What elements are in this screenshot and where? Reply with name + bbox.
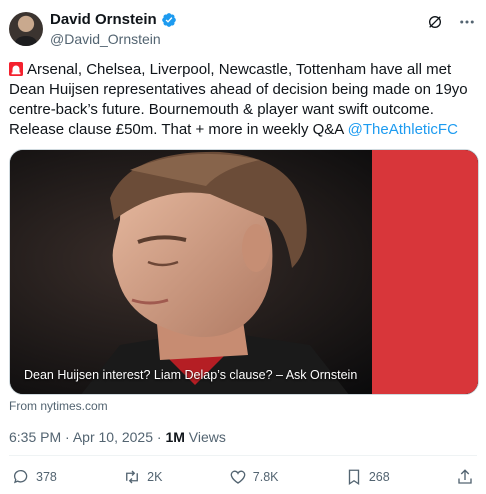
mention-link[interactable]: @TheAthleticFC <box>348 121 458 138</box>
link-card-title[interactable]: Dean Huijsen interest? Liam Delap’s clau… <box>24 368 357 382</box>
repost-count: 2K <box>147 470 163 484</box>
tweet-date[interactable]: Apr 10, 2025 <box>73 429 153 445</box>
siren-icon <box>9 62 23 76</box>
link-card-media[interactable]: Dean Huijsen interest? Liam Delap’s clau… <box>9 149 479 395</box>
views-label[interactable]: Views <box>189 429 226 445</box>
more-icon[interactable] <box>458 13 476 31</box>
display-name[interactable]: David Ornstein <box>50 11 157 28</box>
bookmark-icon <box>348 469 359 486</box>
tweet-meta: 6:35 PM · Apr 10, 2025 · 1M Views <box>9 429 226 445</box>
reply-icon <box>13 469 28 484</box>
repost-icon <box>126 470 139 484</box>
repost-button[interactable]: 2K <box>123 468 162 486</box>
share-icon <box>458 469 472 484</box>
divider <box>9 455 477 456</box>
like-count: 7.8K <box>252 470 279 484</box>
author-handle[interactable]: @David_Ornstein <box>50 31 161 47</box>
action-bar: 378 2K 7.8K 268 <box>12 468 474 486</box>
bookmark-button[interactable]: 268 <box>345 468 390 486</box>
like-button[interactable]: 7.8K <box>229 468 279 486</box>
author-name-row[interactable]: David Ornstein <box>50 11 177 28</box>
grok-icon[interactable] <box>426 13 444 31</box>
player-photo <box>10 150 478 394</box>
reply-count: 378 <box>36 470 57 484</box>
heart-icon <box>230 470 246 484</box>
tweet-time[interactable]: 6:35 PM <box>9 429 61 445</box>
meta-separator: · <box>156 429 162 445</box>
views-count: 1M <box>165 429 185 445</box>
link-source[interactable]: From nytimes.com <box>9 399 108 413</box>
avatar[interactable] <box>9 12 43 46</box>
bookmark-count: 268 <box>368 470 390 484</box>
share-button[interactable] <box>456 468 474 486</box>
tweet-text: Arsenal, Chelsea, Liverpool, Newcastle, … <box>9 60 479 140</box>
verified-badge-icon <box>161 12 176 27</box>
reply-button[interactable]: 378 <box>12 468 57 486</box>
header-actions <box>426 13 476 31</box>
meta-separator: · <box>65 429 70 445</box>
